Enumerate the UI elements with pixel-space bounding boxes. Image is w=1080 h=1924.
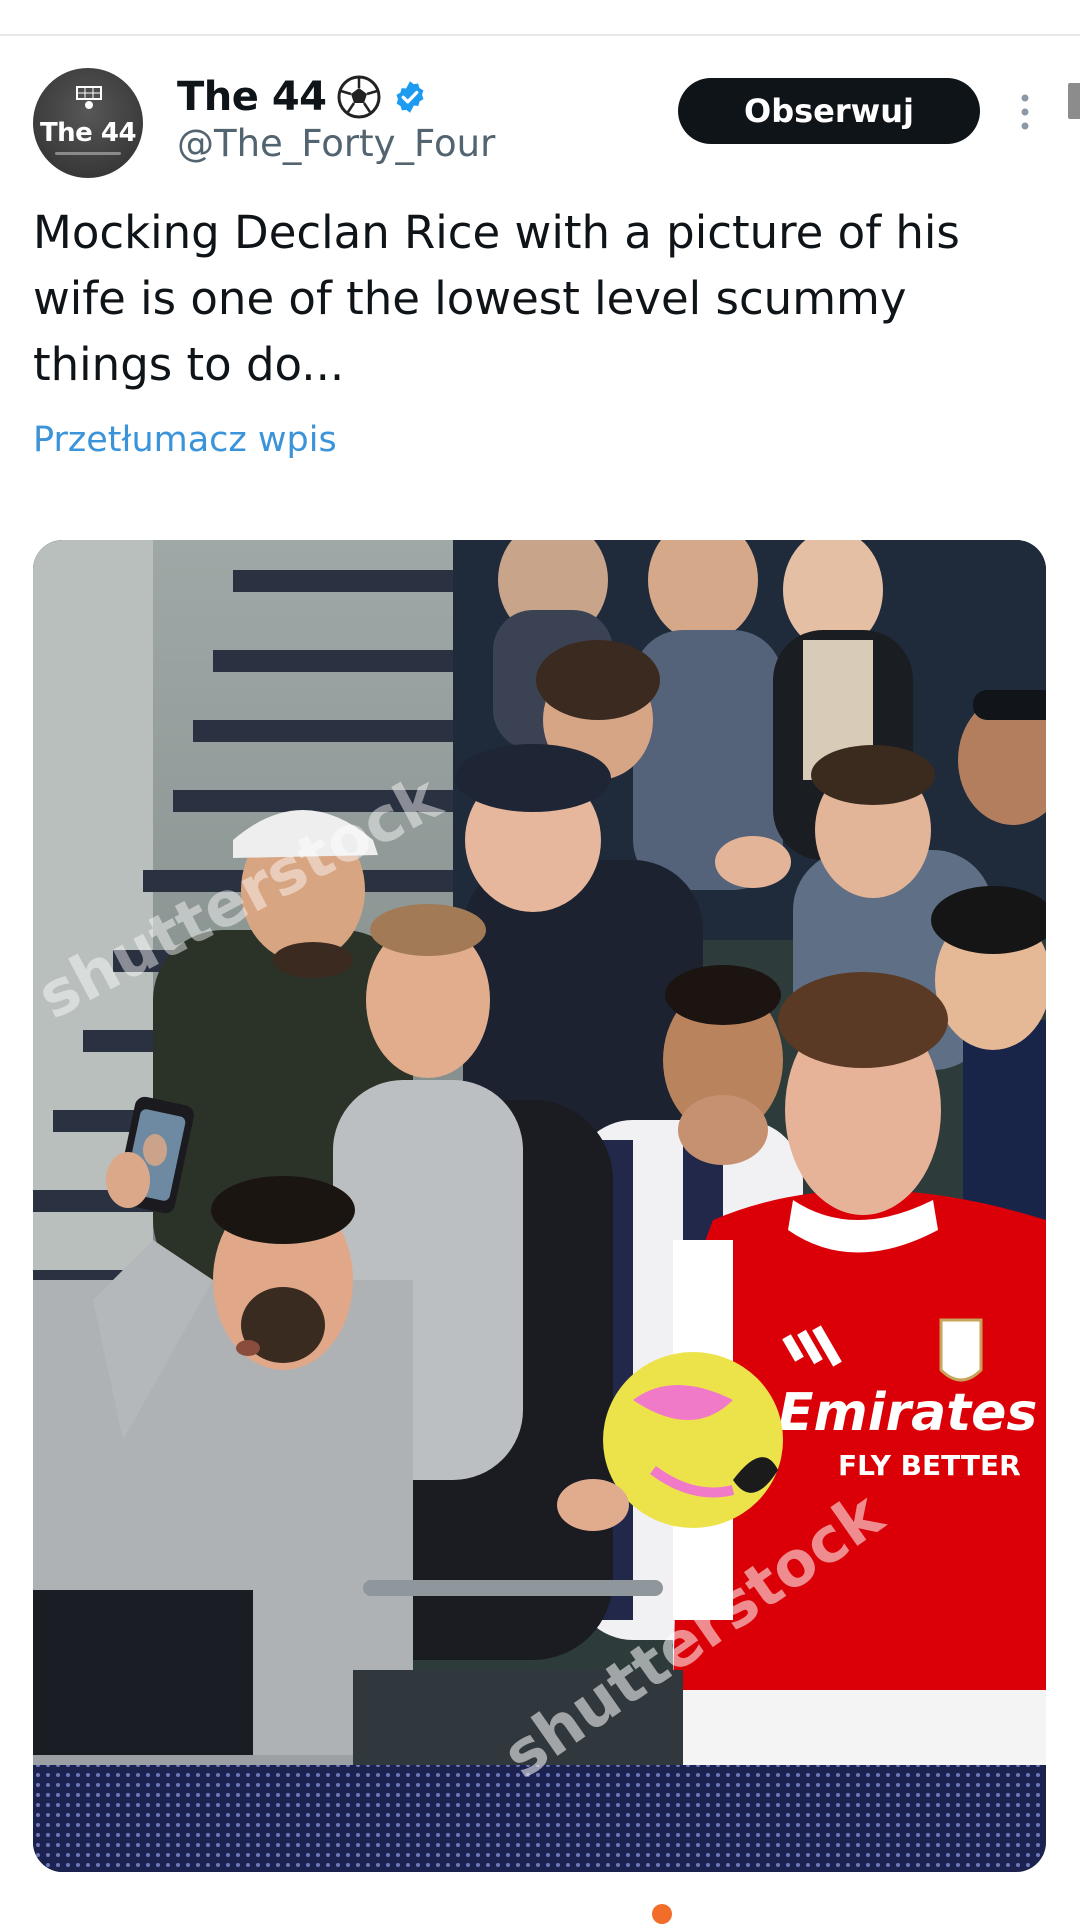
author-handle[interactable]: @The_Forty_Four [177, 122, 495, 165]
verified-badge-icon[interactable] [392, 79, 428, 115]
follow-button[interactable]: Obserwuj [678, 78, 980, 144]
avatar-label: The 44 [39, 118, 137, 148]
soccer-ball-icon [337, 75, 381, 119]
carousel-indicator-dot [652, 1904, 672, 1924]
author-display-name[interactable]: The 44 [177, 74, 327, 120]
shirt-sponsor-text: Emirates [778, 1383, 1037, 1443]
goal-logo-icon [76, 86, 102, 109]
shirt-slogan-text: FLY BETTER [838, 1449, 1021, 1482]
more-options-button[interactable] [1012, 88, 1038, 136]
translate-post-link[interactable]: Przetłumacz wpis [33, 420, 337, 460]
arsenal-crest-icon [939, 1318, 983, 1382]
stadium-photo: Emirates FLY BETTER shutterstock shutter… [33, 540, 1046, 1872]
author-name-row[interactable]: The 44 [177, 72, 428, 122]
author-avatar[interactable]: The 44 [33, 68, 143, 178]
scroll-indicator [1068, 83, 1080, 119]
avatar-subline [55, 152, 121, 155]
top-divider [0, 34, 1080, 36]
tweet-photo[interactable]: Emirates FLY BETTER shutterstock shutter… [33, 540, 1046, 1872]
more-vertical-icon [1021, 94, 1029, 130]
tweet-text: Mocking Declan Rice with a picture of hi… [33, 206, 960, 391]
